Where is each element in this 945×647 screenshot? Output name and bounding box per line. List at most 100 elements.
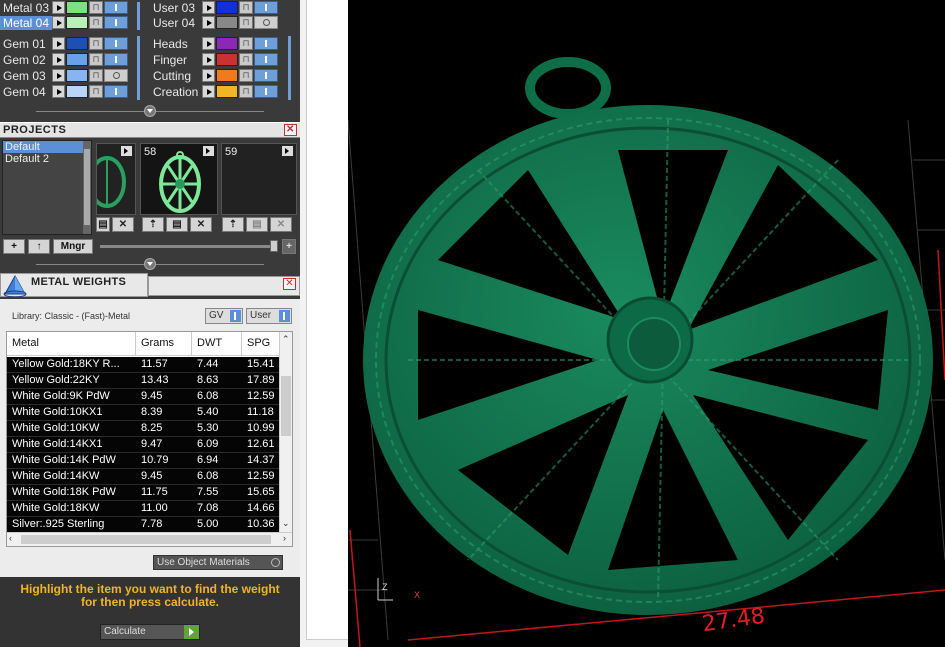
calculate-button[interactable]: Calculate bbox=[100, 624, 200, 640]
layer-name[interactable]: Heads bbox=[150, 37, 202, 51]
delete-icon[interactable]: ✕ bbox=[190, 217, 212, 232]
layer-name[interactable]: Cutting bbox=[150, 69, 202, 83]
delete-icon[interactable]: ✕ bbox=[270, 217, 292, 232]
visibility-toggle[interactable] bbox=[254, 16, 278, 29]
layer-name[interactable]: Creation bbox=[150, 85, 202, 99]
layer-name[interactable]: Gem 04 bbox=[0, 85, 52, 99]
close-icon[interactable]: ✕ bbox=[283, 278, 296, 290]
delete-icon[interactable]: ✕ bbox=[112, 217, 134, 232]
add-project-button[interactable]: + bbox=[3, 239, 25, 254]
layer-expand-icon[interactable] bbox=[52, 16, 65, 29]
table-row[interactable]: White Gold:9K PdW 9.45 6.08 12.59 bbox=[7, 389, 281, 405]
layer-name[interactable]: User 03 bbox=[150, 1, 202, 15]
column-header[interactable]: DWT bbox=[192, 332, 242, 356]
move-up-button[interactable]: ↑ bbox=[28, 239, 50, 254]
manager-button[interactable]: Mngr bbox=[53, 239, 93, 254]
layer-color-swatch[interactable] bbox=[216, 53, 238, 66]
scroll-down-icon[interactable]: ⌄ bbox=[282, 518, 290, 529]
visibility-toggle[interactable] bbox=[254, 69, 278, 82]
up-arrow-icon[interactable]: ⇡ bbox=[222, 217, 244, 232]
visibility-toggle[interactable] bbox=[104, 69, 128, 82]
layer-name[interactable]: Metal 04 bbox=[0, 15, 52, 30]
table-row[interactable]: Yellow Gold:22KY 13.43 8.63 17.89 bbox=[7, 373, 281, 389]
project-thumbnail[interactable]: 58 bbox=[140, 143, 218, 215]
table-horizontal-scrollbar[interactable]: ‹ › bbox=[7, 532, 292, 546]
layer-expand-icon[interactable] bbox=[202, 1, 215, 14]
use-object-materials-option[interactable]: Use Object Materials bbox=[153, 555, 283, 570]
save-icon[interactable]: ▤ bbox=[246, 217, 268, 232]
lock-icon[interactable]: ⊓ bbox=[89, 69, 103, 82]
scrollbar-thumb[interactable] bbox=[281, 376, 291, 436]
layer-row[interactable]: User 03 ⊓ bbox=[150, 0, 278, 15]
metal-weights-table[interactable]: Metal Grams DWT SPG Yellow Gold:18KY R..… bbox=[6, 331, 293, 547]
layer-name[interactable]: Gem 02 bbox=[0, 53, 52, 67]
layer-row[interactable]: Cutting ⊓ bbox=[150, 68, 278, 83]
visibility-toggle[interactable] bbox=[254, 1, 278, 14]
layer-color-swatch[interactable] bbox=[66, 53, 88, 66]
lock-icon[interactable]: ⊓ bbox=[239, 53, 253, 66]
scroll-right-icon[interactable]: › bbox=[283, 533, 286, 543]
layer-name[interactable]: Gem 01 bbox=[0, 37, 52, 51]
table-row[interactable]: Yellow Gold:18KY R... 11.57 7.44 15.41 bbox=[7, 357, 281, 373]
lock-icon[interactable]: ⊓ bbox=[89, 85, 103, 98]
layer-expand-icon[interactable] bbox=[52, 53, 65, 66]
close-icon[interactable]: ✕ bbox=[284, 124, 297, 136]
table-row[interactable]: Silver:.925 Sterling 7.78 5.00 10.36 bbox=[7, 517, 281, 533]
layer-expand-icon[interactable] bbox=[202, 53, 215, 66]
scrollbar-thumb[interactable] bbox=[21, 535, 271, 544]
visibility-toggle[interactable] bbox=[104, 85, 128, 98]
lock-icon[interactable]: ⊓ bbox=[89, 37, 103, 50]
layer-row[interactable]: Gem 02 ⊓ bbox=[0, 52, 128, 67]
up-arrow-icon[interactable]: ⇡ bbox=[142, 217, 164, 232]
lock-icon[interactable]: ⊓ bbox=[239, 85, 253, 98]
table-row[interactable]: White Gold:10KX1 8.39 5.40 11.18 bbox=[7, 405, 281, 421]
table-row[interactable]: White Gold:18K PdW 11.75 7.55 15.65 bbox=[7, 485, 281, 501]
project-list[interactable]: Default Default 2 bbox=[2, 140, 92, 235]
column-header[interactable]: SPG bbox=[242, 332, 281, 356]
visibility-toggle[interactable] bbox=[254, 37, 278, 50]
layer-color-swatch[interactable] bbox=[66, 69, 88, 82]
table-vertical-scrollbar[interactable]: ⌃ ⌄ bbox=[279, 332, 292, 532]
layer-row[interactable]: Metal 04 ⊓ bbox=[0, 15, 128, 30]
project-thumbnail[interactable]: 59 bbox=[221, 143, 297, 215]
collapse-projects-button[interactable] bbox=[144, 258, 156, 270]
layer-expand-icon[interactable] bbox=[202, 69, 215, 82]
lock-icon[interactable]: ⊓ bbox=[239, 37, 253, 50]
thumbnail-size-slider[interactable] bbox=[100, 245, 278, 248]
radio-icon[interactable] bbox=[271, 558, 280, 567]
visibility-toggle[interactable] bbox=[104, 1, 128, 14]
layer-expand-icon[interactable] bbox=[52, 37, 65, 50]
layer-name[interactable]: Metal 03 bbox=[0, 1, 52, 15]
visibility-toggle[interactable] bbox=[104, 53, 128, 66]
save-icon[interactable]: ▤ bbox=[96, 217, 110, 232]
lock-icon[interactable]: ⊓ bbox=[239, 69, 253, 82]
3d-viewport[interactable]: Z X 27.48 bbox=[348, 0, 945, 647]
column-header[interactable]: Metal bbox=[7, 332, 136, 356]
layer-expand-icon[interactable] bbox=[202, 37, 215, 50]
layer-row[interactable]: Finger ⊓ bbox=[150, 52, 278, 67]
layer-expand-icon[interactable] bbox=[52, 69, 65, 82]
thumbnail-menu-arrow[interactable] bbox=[121, 146, 132, 156]
lock-icon[interactable]: ⊓ bbox=[89, 16, 103, 29]
gv-toggle[interactable]: GV bbox=[205, 308, 243, 324]
layer-row[interactable]: Gem 03 ⊓ bbox=[0, 68, 128, 83]
lock-icon[interactable]: ⊓ bbox=[89, 1, 103, 14]
layer-name[interactable]: Gem 03 bbox=[0, 69, 52, 83]
layer-name[interactable]: User 04 bbox=[150, 16, 202, 30]
thumbnail-menu-arrow[interactable] bbox=[203, 146, 214, 156]
collapse-layers-button[interactable] bbox=[144, 105, 156, 117]
lock-icon[interactable]: ⊓ bbox=[239, 16, 253, 29]
visibility-toggle[interactable] bbox=[254, 85, 278, 98]
layer-color-swatch[interactable] bbox=[66, 16, 88, 29]
column-header[interactable]: Grams bbox=[136, 332, 192, 356]
layer-color-swatch[interactable] bbox=[66, 37, 88, 50]
layer-expand-icon[interactable] bbox=[52, 85, 65, 98]
table-row[interactable]: White Gold:14KX1 9.47 6.09 12.61 bbox=[7, 437, 281, 453]
play-icon[interactable] bbox=[184, 625, 199, 639]
layer-row[interactable]: Gem 01 ⊓ bbox=[0, 36, 128, 51]
layer-row[interactable]: Creation ⊓ bbox=[150, 84, 278, 99]
layer-color-swatch[interactable] bbox=[216, 69, 238, 82]
layer-row[interactable]: Heads ⊓ bbox=[150, 36, 278, 51]
layer-color-swatch[interactable] bbox=[216, 16, 238, 29]
zoom-in-button[interactable]: + bbox=[282, 239, 296, 254]
